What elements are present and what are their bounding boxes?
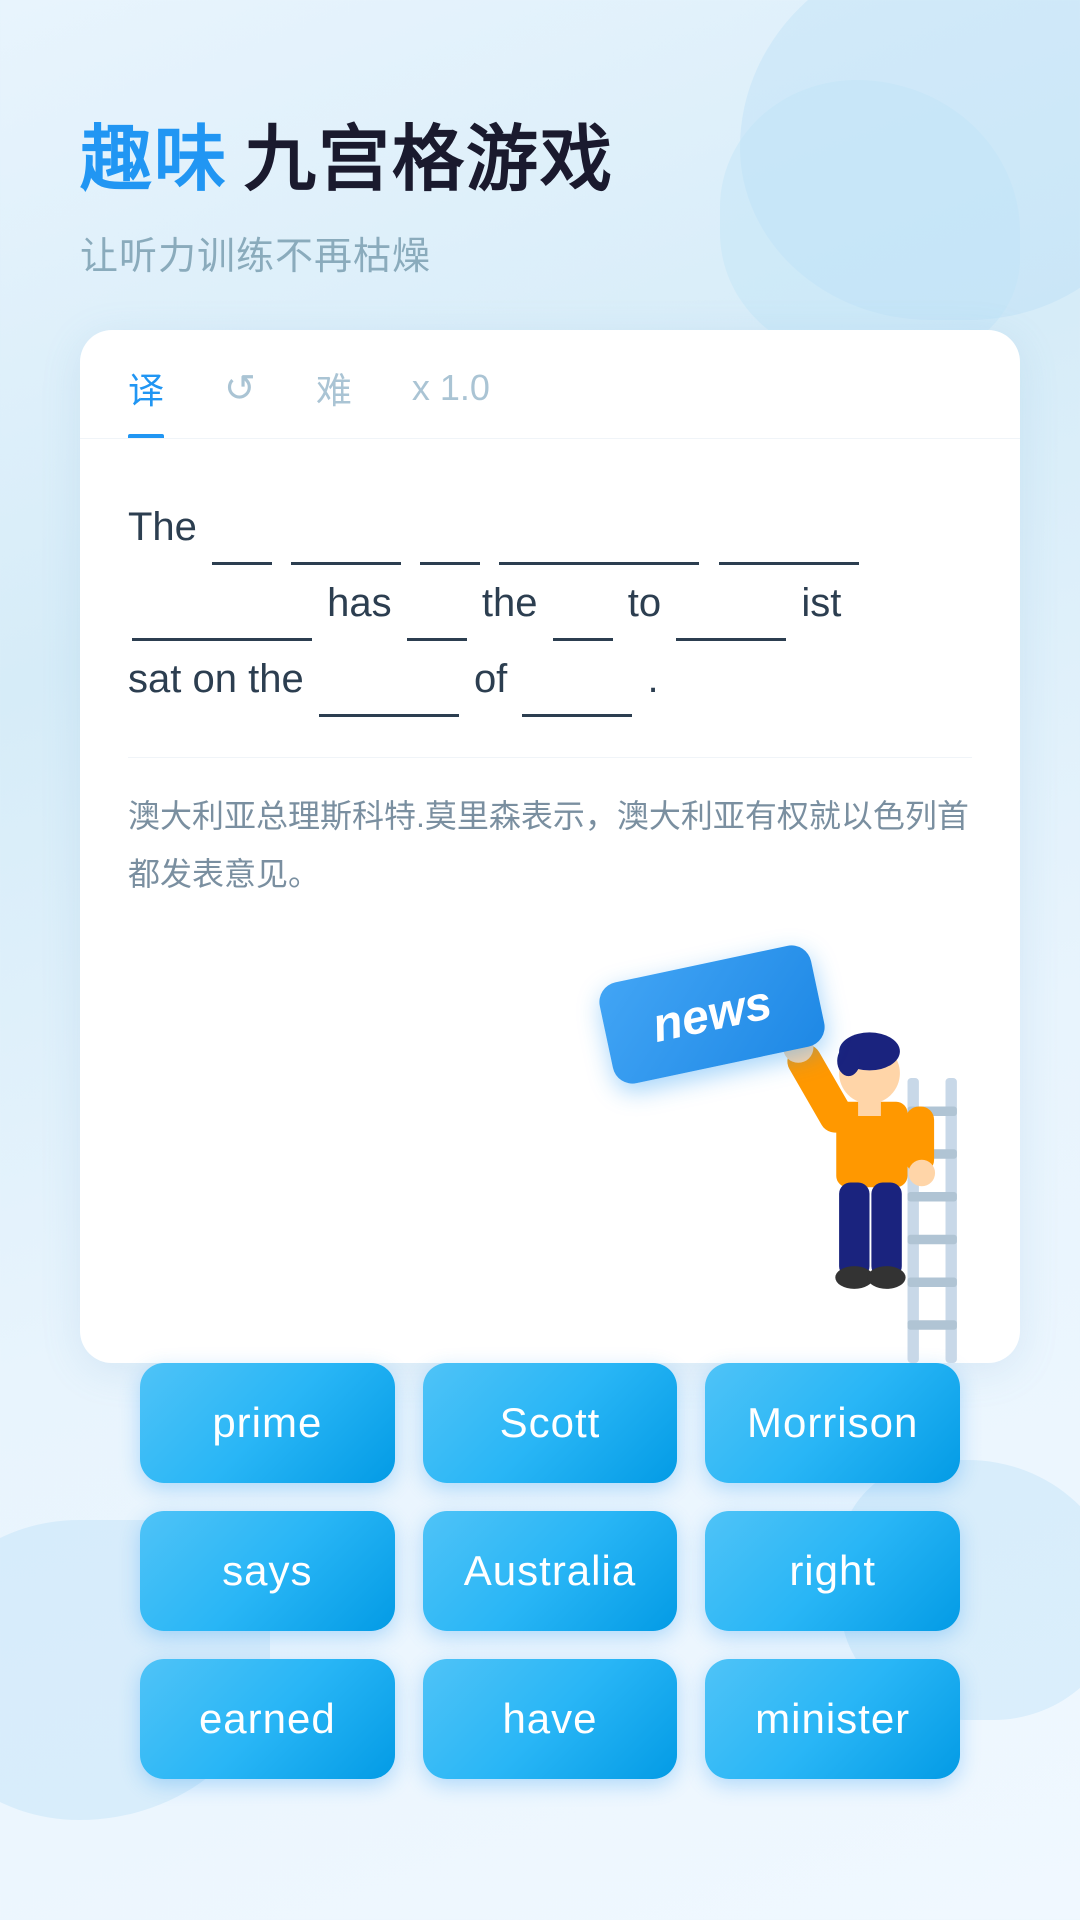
blank-2 [291, 521, 401, 565]
word-to: to [628, 581, 661, 625]
word-btn-prime[interactable]: prime [140, 1363, 395, 1483]
word-of: of [474, 657, 507, 701]
word-btn-australia[interactable]: Australia [423, 1511, 678, 1631]
tab-speed[interactable]: x 1.0 [412, 367, 490, 433]
blank-6 [132, 597, 312, 641]
main-container: 趣味 九宫格游戏 让听力训练不再枯燥 译 ↺ 难 x 1.0 The [0, 0, 1080, 1919]
word-btn-earned[interactable]: earned [140, 1659, 395, 1779]
figure-area: news [80, 943, 1020, 1363]
blank-5 [719, 521, 859, 565]
word-btn-minister[interactable]: minister [705, 1659, 960, 1779]
tab-difficulty[interactable]: 难 [316, 362, 352, 438]
word-btn-scott[interactable]: Scott [423, 1363, 678, 1483]
main-card: 译 ↺ 难 x 1.0 The [80, 330, 1020, 1363]
blank-7 [407, 597, 467, 641]
word-grid: prime Scott Morrison says Australia righ… [80, 1363, 1020, 1859]
period: . [648, 657, 659, 701]
header: 趣味 九宫格游戏 让听力训练不再枯燥 [80, 100, 1020, 280]
translation-text: 澳大利亚总理斯科特.莫里森表示，澳大利亚有权就以色列首都发表意见。 [128, 757, 972, 903]
word-btn-have[interactable]: have [423, 1659, 678, 1779]
subtitle: 让听力训练不再枯燥 [80, 225, 1020, 280]
blank-9 [676, 597, 786, 641]
word-sat-on-the: sat on the [128, 657, 304, 701]
card-tabs: 译 ↺ 难 x 1.0 [80, 330, 1020, 439]
sentence-area: The has the to ist sat on the of [128, 489, 972, 717]
card-body: The has the to ist sat on the of [80, 439, 1020, 943]
word-btn-morrison[interactable]: Morrison [705, 1363, 960, 1483]
blank-8 [553, 597, 613, 641]
word-ist: ist [801, 581, 841, 625]
blank-1 [212, 521, 272, 565]
title-main: 九宫格游戏 [244, 100, 614, 205]
word-the-2: the [482, 581, 538, 625]
word-the-1: The [128, 505, 197, 549]
blank-10 [319, 673, 459, 717]
blank-3 [420, 521, 480, 565]
word-has: has [327, 581, 392, 625]
blank-11 [522, 673, 632, 717]
tab-translate[interactable]: 译 [128, 362, 164, 438]
title-accent: 趣味 [80, 100, 228, 205]
tab-refresh[interactable]: ↺ [224, 366, 256, 435]
blank-4 [499, 521, 699, 565]
title-row: 趣味 九宫格游戏 [80, 100, 1020, 205]
word-btn-right[interactable]: right [705, 1511, 960, 1631]
word-btn-says[interactable]: says [140, 1511, 395, 1631]
